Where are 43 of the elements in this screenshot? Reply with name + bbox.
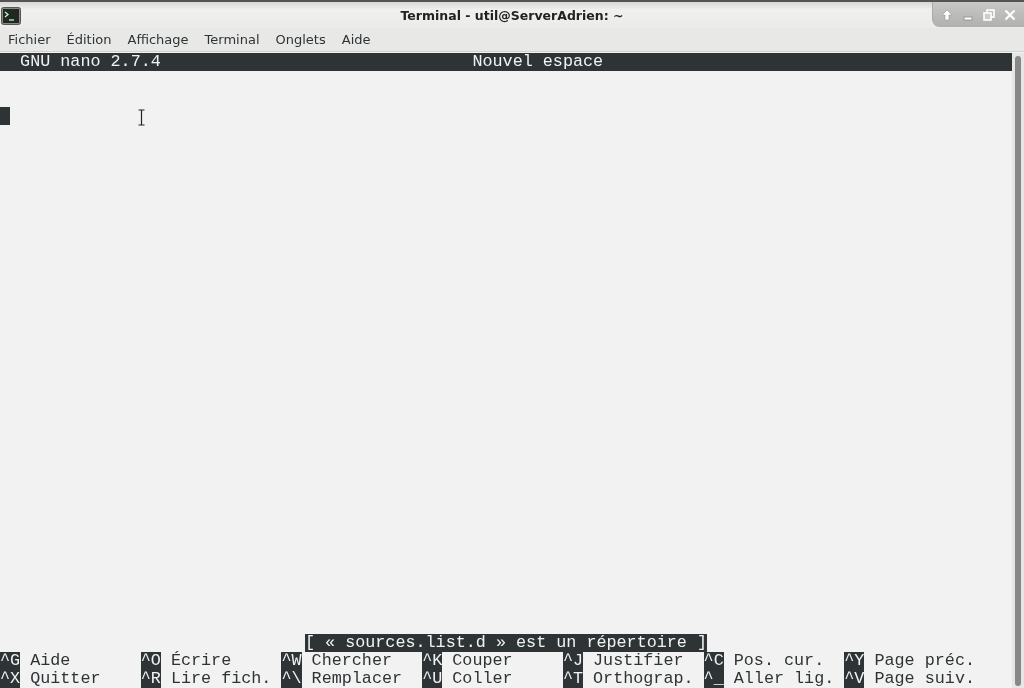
menu-item[interactable]: Fichier	[0, 32, 59, 47]
restore-icon[interactable]	[982, 8, 995, 21]
version-label: GNU nano 2.7.4	[19, 53, 162, 71]
text-cursor	[0, 107, 10, 125]
shortcut-key: ^K	[422, 652, 443, 670]
shortcut-label: Remplacer	[310, 670, 403, 688]
shortcut-label: Orthograp.	[592, 670, 694, 688]
menu-item[interactable]: Aide	[333, 32, 379, 47]
shortcut-key: ^V	[844, 670, 865, 688]
shortcut-label: Écrire	[169, 652, 232, 670]
shortcut-label: Aller lig.	[732, 670, 835, 688]
shortcut-key: ^O	[140, 652, 161, 670]
shortcut-key: ^W	[281, 652, 302, 670]
shortcut-key: ^C	[703, 652, 724, 670]
shortcut-key: ^_	[703, 670, 724, 688]
shortcut-key: ^Y	[844, 652, 865, 670]
menu-item[interactable]: Édition	[58, 32, 120, 47]
status-message: [ « sources.list.d » est un répertoire ]	[304, 634, 708, 652]
shortcut-label: Page suiv.	[873, 670, 975, 688]
up-arrow-icon[interactable]	[941, 8, 954, 21]
shortcut-label: Lire fich.	[169, 670, 272, 688]
shortcut-key: ^U	[422, 670, 443, 688]
shortcut-label: Couper	[451, 652, 513, 670]
shortcut-key: ^X	[0, 670, 21, 688]
menu-item[interactable]: Terminal	[196, 32, 268, 47]
shortcut-label: Chercher	[310, 652, 392, 670]
shortcut-label: Aide	[29, 652, 71, 670]
menu-item[interactable]: Onglets	[267, 32, 334, 47]
file-title: Nouvel espace	[472, 53, 605, 71]
shortcut-key: ^T	[562, 670, 583, 688]
shortcut-label: Page préc.	[873, 652, 975, 670]
shortcut-label: Justifier	[592, 652, 684, 670]
menu-item[interactable]: Affichage	[119, 32, 197, 47]
shortcut-key: ^\	[281, 670, 302, 688]
close-icon[interactable]	[1003, 8, 1016, 21]
shortcut-key: ^G	[0, 652, 21, 670]
window-title: Terminal - util@ServerAdrien: ~	[400, 7, 624, 23]
i-beam-cursor-icon	[138, 109, 145, 126]
shortcut-label: Quitter	[29, 670, 101, 688]
shortcut-label: Coller	[451, 670, 513, 688]
shortcut-label: Pos. cur.	[732, 652, 825, 670]
shortcut-key: ^R	[140, 670, 161, 688]
shortcut-key: ^J	[562, 652, 583, 670]
